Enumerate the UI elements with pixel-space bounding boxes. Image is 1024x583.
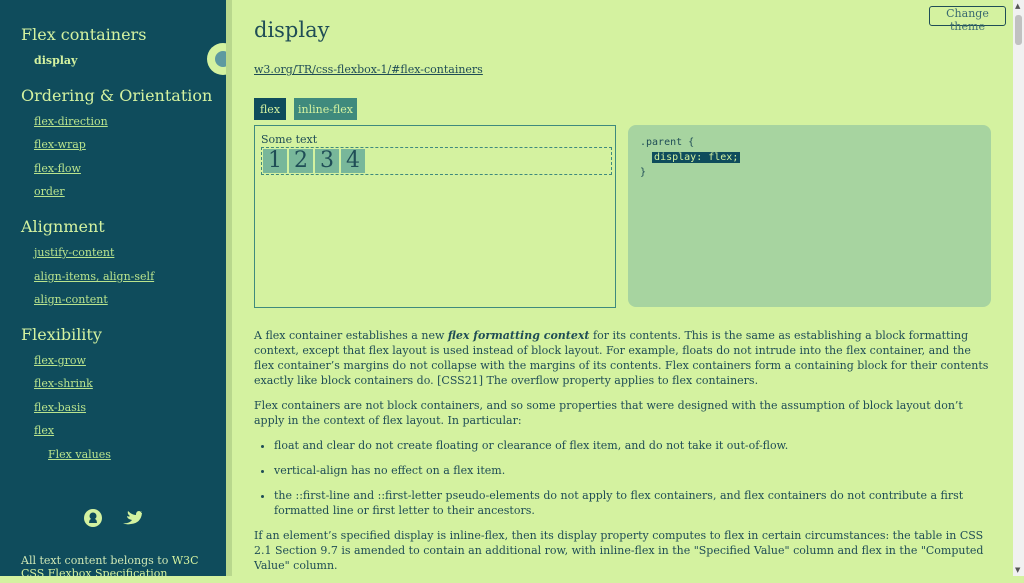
link[interactable]: float (274, 439, 299, 452)
scrollbar[interactable]: ▲ ▼ (1013, 0, 1024, 576)
link[interactable]: flex (724, 529, 744, 542)
list: float and clear do not create floating o… (254, 438, 994, 518)
demo-some-text: Some text (261, 133, 318, 146)
twitter-icon[interactable] (122, 508, 142, 531)
link[interactable]: flex containers (631, 489, 713, 502)
paragraph: Flex containers are not block containers… (254, 399, 963, 427)
scroll-down-icon[interactable]: ▼ (1015, 566, 1020, 574)
sidebar-item-flex-shrink[interactable]: flex-shrink (34, 377, 93, 390)
sidebar: Flex containers display Ordering & Orien… (0, 0, 226, 580)
sidebar-item-flex-values[interactable]: Flex values (48, 448, 111, 461)
sidebar-item-flex-wrap[interactable]: flex-wrap (34, 138, 86, 151)
sidebar-section-title: Flex containers (21, 25, 147, 44)
link[interactable]: flex container (265, 329, 342, 342)
demo-flex-container: 1 2 3 4 (261, 147, 612, 175)
code-line: } (640, 167, 647, 178)
sidebar-item-flex[interactable]: flex (34, 424, 54, 437)
link[interactable]: clear (327, 439, 355, 452)
sidebar-item-flex-basis[interactable]: flex-basis (34, 401, 86, 414)
code-line: .parent { (640, 137, 695, 148)
link[interactable]: overflow (511, 374, 559, 387)
code-highlight: display: flex; (652, 152, 741, 163)
sidebar-item-align-items[interactable]: align-items, align-self (34, 270, 154, 283)
sidebar-section-title: Ordering & Orientation (21, 86, 213, 105)
github-icon[interactable] (83, 508, 103, 533)
link[interactable]: flex containers (672, 374, 754, 387)
description-text: A flex container establishes a new flex … (254, 328, 994, 583)
flex-item: 2 (289, 149, 313, 173)
footer-text: All text content belongs to (21, 554, 172, 567)
sidebar-item-display[interactable]: display (34, 54, 77, 67)
code-block: .parent { display: flex; } (640, 135, 741, 180)
list-item: vertical-align has no effect on a flex i… (274, 463, 994, 478)
page-title: display (254, 18, 330, 42)
spec-url-link[interactable]: w3.org/TR/css-flexbox-1/#flex-containers (254, 63, 483, 76)
link[interactable]: first letter (372, 504, 429, 517)
list-item: the ::first-line and ::first-letter pseu… (274, 488, 994, 518)
flex-item: 3 (315, 149, 339, 173)
link[interactable]: inline-flex (600, 544, 655, 557)
sidebar-section-title: Alignment (21, 217, 105, 236)
sidebar-item-order[interactable]: order (34, 185, 65, 198)
scroll-up-icon[interactable]: ▲ (1015, 2, 1020, 10)
list-item: float and clear do not create floating o… (274, 438, 994, 453)
link[interactable]: inline-flex (450, 529, 505, 542)
code-panel: .parent { display: flex; } (628, 125, 991, 307)
sidebar-item-flex-grow[interactable]: flex-grow (34, 354, 86, 367)
sidebar-item-flex-flow[interactable]: flex-flow (34, 162, 81, 175)
paragraph: A flex container establishes a new flex … (254, 329, 989, 387)
sidebar-item-justify-content[interactable]: justify-content (34, 246, 114, 259)
paragraph: If an element’s specified display is inl… (254, 529, 984, 572)
sidebar-item-flex-direction[interactable]: flex-direction (34, 115, 108, 128)
link[interactable]: vertical-align (274, 464, 348, 477)
link[interactable]: ::first-letter (378, 489, 442, 502)
sidebar-item-align-content[interactable]: align-content (34, 293, 108, 306)
sidebar-section-title: Flexibility (21, 325, 102, 344)
change-theme-button[interactable]: Change theme (929, 6, 1006, 33)
flex-item: 4 (341, 149, 365, 173)
link[interactable]: flex item (569, 439, 617, 452)
link[interactable]: display (557, 529, 597, 542)
tab-flex[interactable]: flex (254, 98, 286, 120)
link[interactable]: Flex containers (665, 359, 751, 372)
main-content: display w3.org/TR/css-flexbox-1/#flex-co… (232, 0, 1010, 576)
scrollbar-thumb[interactable] (1015, 15, 1022, 45)
link[interactable]: flex (862, 544, 882, 557)
link[interactable]: exactly like block containers do (254, 374, 430, 387)
flex-item: 1 (263, 149, 287, 173)
link[interactable]: ::first-line (296, 489, 350, 502)
demo-preview: Some text 1 2 3 4 (254, 125, 616, 308)
tab-inline-flex[interactable]: inline-flex (294, 98, 357, 120)
link[interactable]: display (394, 529, 434, 542)
link[interactable]: flex containers (744, 489, 826, 502)
sidebar-footer: All text content belongs to W3C CSS Flex… (21, 554, 216, 580)
link[interactable]: CSS21 (441, 374, 478, 387)
